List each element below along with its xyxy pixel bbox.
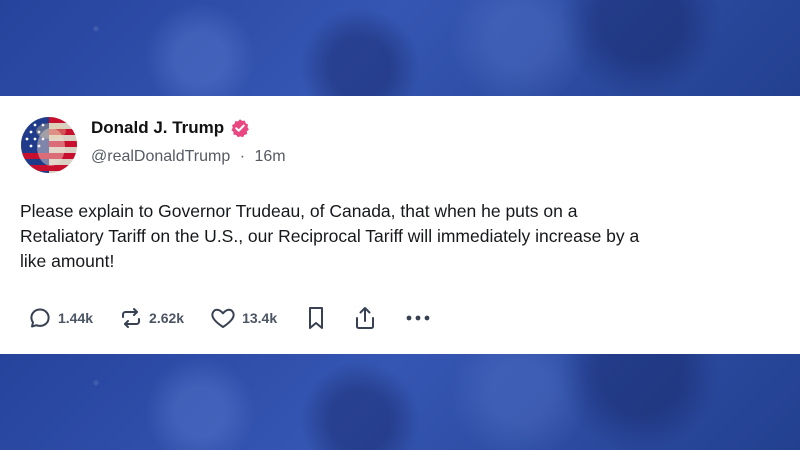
handle-row: @realDonaldTrump · 16m bbox=[91, 148, 286, 166]
reply-count: 1.44k bbox=[58, 310, 94, 326]
verified-badge-icon bbox=[231, 119, 250, 138]
background-bottom-band bbox=[0, 354, 800, 450]
author-name[interactable]: Donald J. Trump bbox=[91, 118, 224, 138]
like-button[interactable]: 13.4k bbox=[210, 306, 277, 330]
author-name-row[interactable]: Donald J. Trump bbox=[91, 118, 250, 138]
separator-dot: · bbox=[239, 148, 246, 165]
repost-count: 2.62k bbox=[149, 310, 185, 326]
post-text-line: Retaliatory Tariff on the U.S., our Reci… bbox=[20, 226, 640, 246]
bookmark-button[interactable] bbox=[305, 305, 327, 331]
post-body: Please explain to Governor Trudeau, of C… bbox=[20, 199, 785, 274]
post-text-line: Please explain to Governor Trudeau, of C… bbox=[20, 201, 578, 221]
like-icon bbox=[211, 308, 235, 328]
handle[interactable]: @realDonaldTrump bbox=[91, 148, 230, 165]
more-options-button[interactable] bbox=[405, 313, 431, 323]
background-top-band bbox=[0, 0, 800, 96]
share-button[interactable] bbox=[353, 305, 377, 331]
share-icon bbox=[356, 307, 375, 329]
timestamp[interactable]: 16m bbox=[255, 148, 286, 165]
reply-icon bbox=[30, 308, 50, 328]
more-icon bbox=[406, 315, 430, 321]
bookmark-icon bbox=[309, 307, 324, 329]
avatar-image bbox=[21, 117, 77, 173]
avatar[interactable] bbox=[21, 117, 77, 173]
repost-button[interactable]: 2.62k bbox=[119, 306, 184, 330]
reply-button[interactable]: 1.44k bbox=[28, 306, 93, 330]
post-text-line: like amount! bbox=[20, 251, 115, 271]
like-count: 13.4k bbox=[242, 310, 278, 326]
action-bar: 1.44k 2.62k 13.4k bbox=[28, 303, 431, 333]
repost-icon bbox=[122, 308, 141, 328]
